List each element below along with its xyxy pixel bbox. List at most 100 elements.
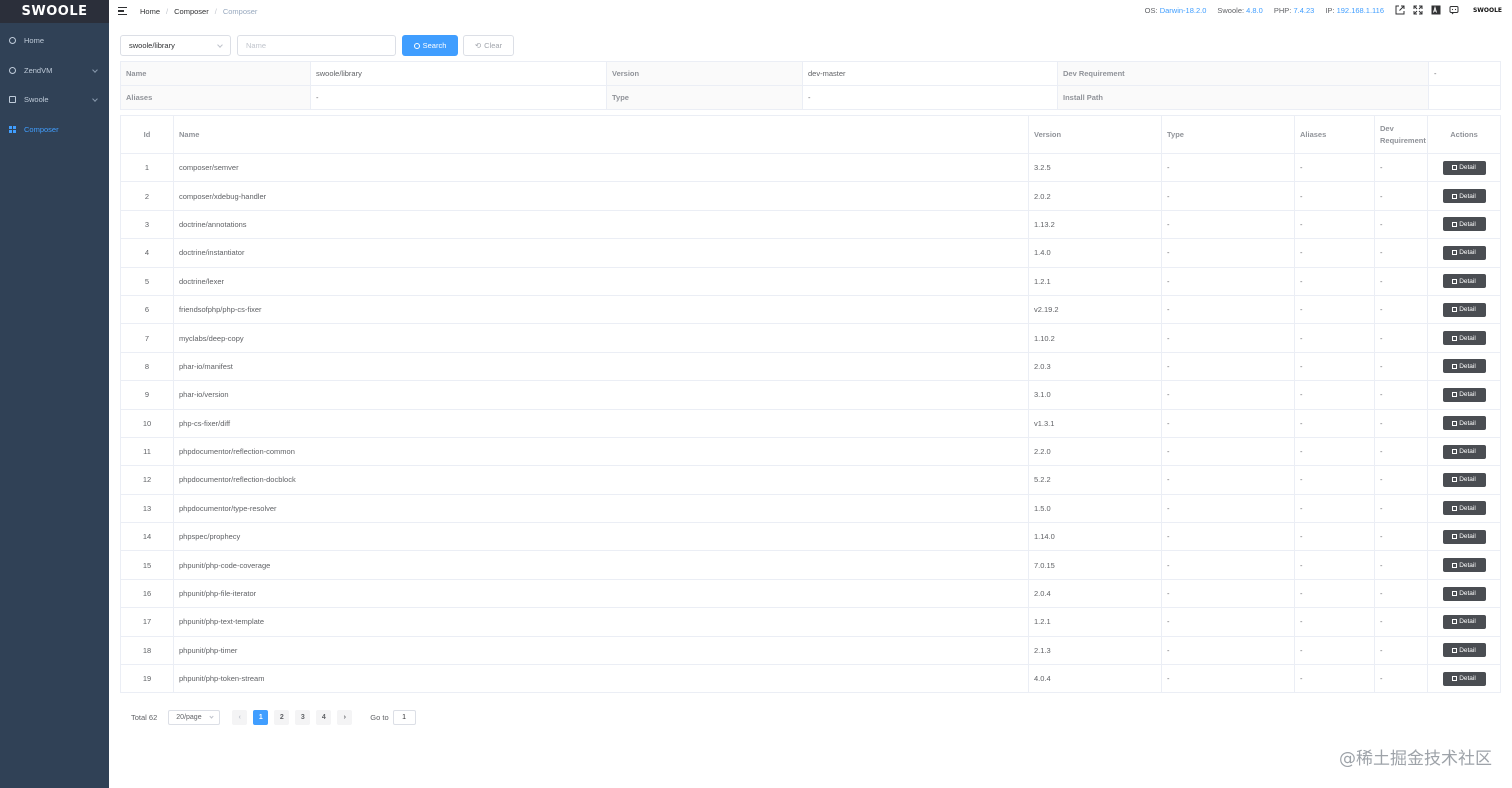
cell-actions: Detail: [1427, 380, 1501, 410]
document-icon: [1452, 363, 1458, 369]
cell-version: 2.1.3: [1028, 636, 1162, 666]
detail-button-label: Detail: [1459, 675, 1476, 683]
cell-id: 6: [120, 295, 174, 325]
cell-name: doctrine/lexer: [173, 267, 1029, 296]
detail-button-label: Detail: [1459, 192, 1476, 200]
detail-button[interactable]: Detail: [1442, 274, 1486, 289]
document-icon: [1452, 250, 1458, 256]
sidebar-item-swoole[interactable]: Swoole: [0, 85, 109, 115]
package-select-value: swoole/library: [129, 41, 175, 50]
search-button[interactable]: Search: [402, 35, 458, 56]
chat-icon[interactable]: [1449, 5, 1459, 15]
next-page-button[interactable]: ›: [337, 710, 353, 725]
sidebar-logo[interactable]: SWOOLE: [0, 0, 109, 23]
document-icon: [1452, 221, 1458, 227]
detail-button[interactable]: Detail: [1442, 245, 1486, 260]
summary-aliases-value: -: [310, 85, 607, 110]
cell-type: -: [1161, 664, 1295, 694]
cell-name: phpspec/prophecy: [173, 522, 1029, 552]
table-row: 17 phpunit/php-text-template 1.2.1- - - Detai…: [120, 607, 1501, 637]
column-header-version[interactable]: Version: [1028, 115, 1162, 154]
cell-dev-requirement: -: [1374, 636, 1428, 666]
detail-button[interactable]: Detail: [1442, 671, 1486, 686]
detail-button[interactable]: Detail: [1442, 331, 1486, 346]
detail-button[interactable]: Detail: [1442, 643, 1486, 658]
goto-page-input[interactable]: 1: [392, 710, 416, 725]
page-button-2[interactable]: 2: [274, 710, 290, 725]
summary-type-label: Type: [606, 85, 803, 110]
detail-button[interactable]: Detail: [1442, 472, 1486, 487]
detail-button[interactable]: Detail: [1442, 160, 1486, 175]
name-input[interactable]: [237, 35, 396, 56]
detail-button[interactable]: Detail: [1442, 359, 1486, 374]
summary-name-label: Name: [120, 61, 311, 86]
cell-version: 1.2.1: [1028, 607, 1162, 637]
detail-button[interactable]: Detail: [1442, 416, 1486, 431]
cell-aliases: -: [1294, 465, 1375, 495]
page-button-4[interactable]: 4: [316, 710, 332, 725]
sidebar-item-zendvm[interactable]: ZendVM: [0, 56, 109, 86]
detail-button[interactable]: Detail: [1442, 529, 1486, 544]
cell-version: 2.0.3: [1028, 352, 1162, 382]
detail-button[interactable]: Detail: [1442, 444, 1486, 459]
detail-button[interactable]: Detail: [1442, 387, 1486, 402]
cell-aliases: -: [1294, 352, 1375, 382]
swoole-info: Swoole: 4.8.0: [1217, 6, 1263, 15]
cell-dev-requirement: -: [1374, 352, 1428, 382]
column-header-name[interactable]: Name: [173, 115, 1029, 154]
cell-id: 7: [120, 323, 174, 353]
external-link-icon[interactable]: [1395, 5, 1405, 15]
detail-button[interactable]: Detail: [1442, 302, 1486, 317]
goto-page: Go to 1: [370, 710, 416, 725]
detail-button[interactable]: Detail: [1442, 586, 1486, 601]
logo-text: SWOOLE: [21, 4, 88, 19]
system-info: OS: Darwin-18.2.0 Swoole: 4.8.0 PHP: 7.4…: [1145, 6, 1384, 15]
cell-name: phpunit/php-file-iterator: [173, 579, 1029, 609]
cell-type: -: [1161, 153, 1295, 183]
detail-button[interactable]: Detail: [1442, 217, 1486, 232]
cell-actions: Detail: [1427, 550, 1501, 580]
table-row: 8 phar-io/manifest 2.0.3- - - Detail: [120, 352, 1501, 382]
column-header-dev-requirement[interactable]: Dev Requirement: [1374, 115, 1428, 154]
breadcrumb-section[interactable]: Composer: [174, 7, 209, 16]
text-size-icon[interactable]: [1431, 5, 1441, 15]
table-row: 14 phpspec/prophecy 1.14.0- - - Detail: [120, 522, 1501, 552]
breadcrumb-home[interactable]: Home: [140, 7, 160, 16]
cell-actions: Detail: [1427, 295, 1501, 325]
cell-dev-requirement: -: [1374, 579, 1428, 609]
page-button-3[interactable]: 3: [295, 710, 311, 725]
cell-dev-requirement: -: [1374, 295, 1428, 325]
sidebar-item-composer[interactable]: Composer: [0, 115, 109, 145]
cell-version: 3.1.0: [1028, 380, 1162, 410]
document-icon: [1452, 676, 1458, 682]
cell-actions: Detail: [1427, 238, 1501, 268]
detail-button-label: Detail: [1459, 448, 1476, 456]
column-header-type[interactable]: Type: [1161, 115, 1295, 154]
prev-page-button[interactable]: ‹: [232, 710, 248, 725]
cell-id: 14: [120, 522, 174, 552]
package-select[interactable]: swoole/library: [120, 35, 231, 56]
sidebar-item-home[interactable]: Home: [0, 26, 109, 56]
detail-button[interactable]: Detail: [1442, 501, 1486, 516]
table-row: 7 myclabs/deep-copy 1.10.2- - - Detail: [120, 323, 1501, 353]
cell-name: doctrine/annotations: [173, 210, 1029, 240]
cell-aliases: -: [1294, 210, 1375, 240]
top-navbar: Home / Composer / Composer OS: Darwin-18…: [109, 0, 1512, 22]
page-size-select[interactable]: 20/page: [168, 710, 221, 725]
hamburger-icon[interactable]: [118, 7, 128, 15]
cell-id: 10: [120, 409, 174, 438]
column-header-aliases[interactable]: Aliases: [1294, 115, 1375, 154]
table-row: 6 friendsofphp/php-cs-fixer v2.19.2- - - Deta…: [120, 295, 1501, 325]
fullscreen-icon[interactable]: [1413, 5, 1423, 15]
page-button-1[interactable]: 1: [253, 710, 269, 725]
detail-button[interactable]: Detail: [1442, 189, 1486, 204]
cell-type: -: [1161, 409, 1295, 438]
cell-id: 13: [120, 494, 174, 524]
search-button-label: Search: [422, 41, 447, 50]
summary-name-value: swoole/library: [310, 61, 607, 86]
navbar-actions: SWOOLE: [1395, 5, 1502, 15]
column-header-id[interactable]: Id: [120, 115, 174, 154]
detail-button[interactable]: Detail: [1442, 558, 1486, 573]
clear-button[interactable]: ⟲ Clear: [463, 35, 514, 56]
detail-button[interactable]: Detail: [1442, 614, 1486, 629]
